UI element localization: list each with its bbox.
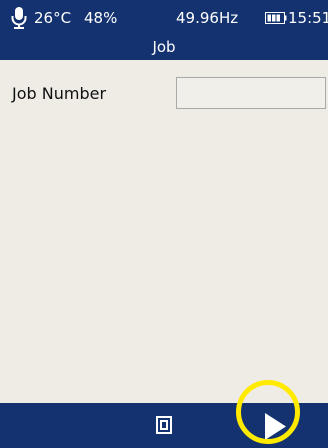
header-bar: 26°C 48% 49.96Hz 15:51 Job: [0, 0, 328, 60]
job-screen: 26°C 48% 49.96Hz 15:51 Job Job Number: [0, 0, 328, 448]
page-title: Job: [152, 38, 176, 56]
clock-readout: 15:51: [288, 9, 328, 27]
temperature-readout: 26°C: [34, 9, 72, 27]
footer-bar: [0, 403, 328, 448]
next-button[interactable]: [240, 403, 300, 448]
battery-icon: [265, 12, 287, 24]
home-icon: [156, 416, 172, 434]
microphone-icon: [11, 7, 27, 29]
home-button[interactable]: [152, 413, 176, 437]
frequency-readout: 49.96Hz: [176, 9, 239, 27]
humidity-readout: 48%: [84, 9, 118, 27]
job-number-input[interactable]: [176, 77, 326, 109]
play-arrow-icon: [265, 413, 286, 440]
job-number-label: Job Number: [12, 84, 107, 103]
status-bar: 26°C 48% 49.96Hz 15:51: [0, 6, 328, 30]
